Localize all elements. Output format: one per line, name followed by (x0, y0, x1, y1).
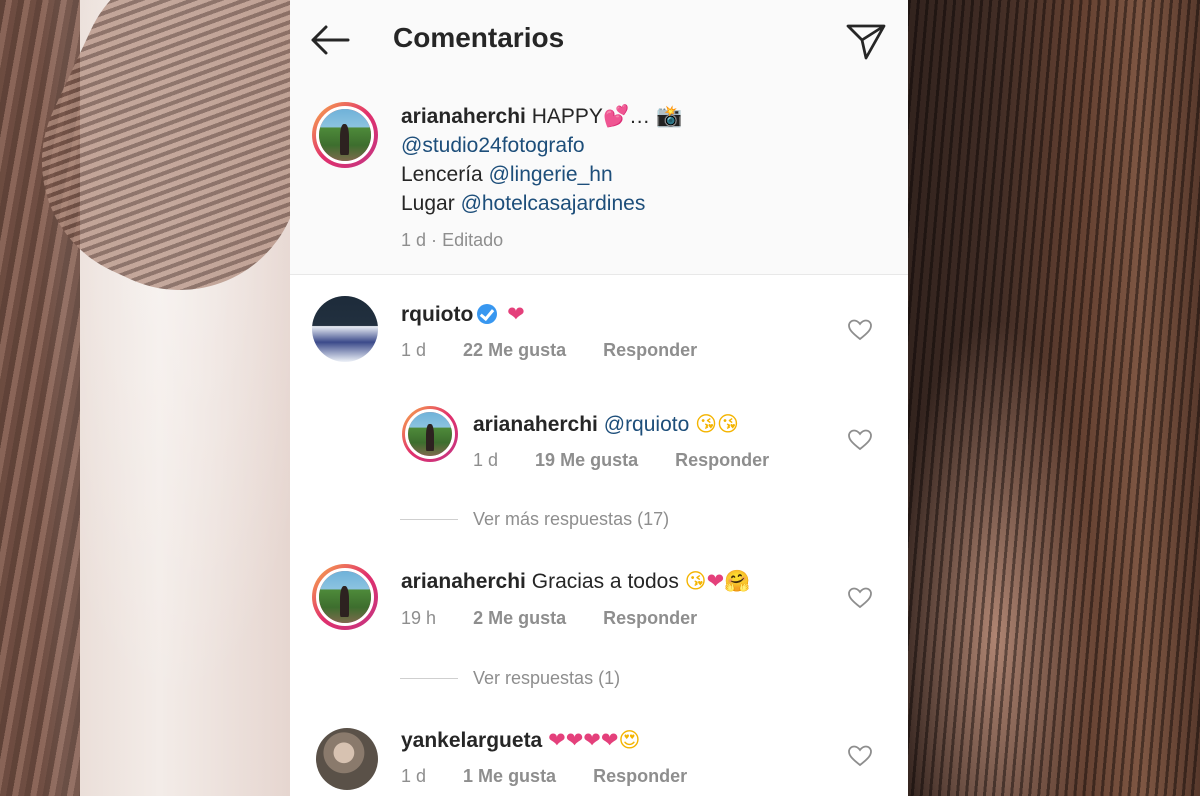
mention-studio[interactable]: @studio24fotografo (401, 134, 585, 157)
caption-text: arianaherchi HAPPY💕… 📸 @studio24fotograf… (401, 104, 683, 250)
view-replies-button[interactable]: Ver respuestas (1) (473, 668, 620, 689)
comment-meta: 1 d 1 Me gusta Responder (401, 766, 688, 786)
comment-meta: 19 h 2 Me gusta Responder (401, 608, 698, 628)
like-count[interactable]: 2 Me gusta (473, 608, 566, 628)
hearts-emoji: ❤❤❤❤ (548, 728, 619, 752)
avatar[interactable] (316, 728, 378, 790)
mention-rquioto[interactable]: @rquioto (604, 413, 690, 436)
heart-eyes-emoji: 😍 (618, 728, 641, 752)
view-more-replies-button[interactable]: Ver más respuestas (17) (473, 509, 669, 530)
like-heart-icon[interactable] (847, 428, 873, 452)
comment-username[interactable]: arianaherchi (401, 570, 526, 593)
reply-button[interactable]: Responder (675, 450, 769, 470)
divider (400, 678, 458, 679)
like-count[interactable]: 19 Me gusta (535, 450, 638, 470)
avatar[interactable] (312, 102, 378, 168)
avatar[interactable] (402, 406, 458, 462)
post-caption: arianaherchi HAPPY💕… 📸 @studio24fotograf… (290, 80, 908, 275)
page-title: Comentarios (393, 22, 565, 53)
back-button[interactable] (308, 20, 352, 60)
reply-button[interactable]: Responder (603, 608, 697, 628)
avatar[interactable] (312, 564, 378, 630)
comment-text: arianaherchi @rquioto 😘😘 (473, 412, 739, 437)
kiss-emoji: 😘😘 (695, 412, 739, 436)
back-arrow-icon (311, 25, 350, 55)
kiss-emoji: 😘 (684, 569, 707, 593)
camera-emoji: 📸 (655, 104, 683, 128)
comment-username[interactable]: yankelargueta (401, 729, 542, 752)
edited-label: Editado (442, 230, 504, 250)
divider (400, 519, 458, 520)
paper-plane-icon (846, 24, 886, 60)
post-time: 1 d (401, 230, 427, 250)
hug-emoji: 🤗 (724, 569, 751, 593)
caption-main: HAPPY (531, 105, 603, 128)
reply-button[interactable]: Responder (593, 766, 687, 786)
comment-text: arianaherchi Gracias a todos 😘❤🤗 (401, 569, 751, 593)
background-photo-right (908, 0, 1200, 796)
background-photo-left (0, 0, 378, 796)
hair-texture (908, 0, 1200, 796)
hearts-emoji: 💕 (602, 104, 630, 128)
comments-screen: Comentarios arianaherchi HAPPY💕… 📸 @stud… (290, 0, 908, 796)
like-heart-icon[interactable] (847, 744, 873, 768)
avatar[interactable] (312, 296, 378, 362)
share-button[interactable] (844, 18, 888, 62)
mention-hotel[interactable]: @hotelcasajardines (461, 192, 646, 215)
heart-emoji: ❤ (706, 569, 725, 593)
comment-username[interactable]: rquioto (401, 303, 473, 326)
like-heart-icon[interactable] (847, 586, 873, 610)
heart-emoji: ❤ (507, 302, 525, 326)
caption-username[interactable]: arianaherchi (401, 105, 526, 128)
mention-lingerie[interactable]: @lingerie_hn (489, 163, 613, 186)
header-bar: Comentarios (290, 0, 908, 81)
like-heart-icon[interactable] (847, 318, 873, 342)
verified-badge-icon (477, 304, 498, 324)
comment-meta: 1 d 19 Me gusta Responder (473, 450, 770, 470)
comment-text: rquioto ❤ (401, 302, 525, 327)
comment-username[interactable]: arianaherchi (473, 413, 598, 436)
reply-button[interactable]: Responder (603, 340, 697, 360)
like-count[interactable]: 1 Me gusta (463, 766, 556, 786)
comment-meta: 1 d 22 Me gusta Responder (401, 340, 698, 360)
like-count[interactable]: 22 Me gusta (463, 340, 566, 360)
comment-text: yankelargueta ❤❤❤❤😍 (401, 728, 640, 753)
